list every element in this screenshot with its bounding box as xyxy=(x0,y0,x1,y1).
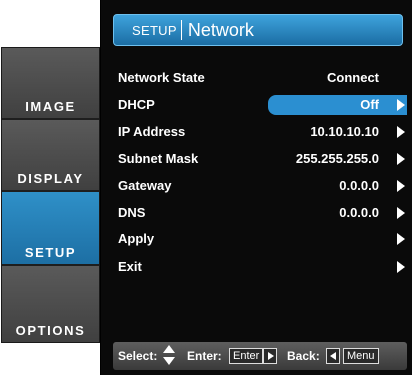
dhcp-label: DHCP xyxy=(118,97,155,112)
header-section: SETUP xyxy=(132,22,177,38)
row-dhcp[interactable]: DHCP Off xyxy=(113,94,407,116)
tab-image-label: IMAGE xyxy=(25,99,76,114)
chevron-right-icon xyxy=(397,233,405,245)
tab-setup[interactable]: SETUP xyxy=(2,192,99,266)
dns-value: 0.0.0.0 xyxy=(339,205,379,220)
tab-image[interactable]: IMAGE xyxy=(2,48,99,120)
enter-key: Enter xyxy=(229,348,264,364)
left-arrow-key-icon xyxy=(326,348,340,364)
row-gateway[interactable]: Gateway 0.0.0.0 xyxy=(113,175,407,197)
dhcp-value: Off xyxy=(360,97,379,112)
chevron-right-icon xyxy=(397,153,405,165)
apply-label: Apply xyxy=(118,231,155,246)
menu-tabs: IMAGE DISPLAY SETUP OPTIONS xyxy=(1,47,100,343)
page-title: Network xyxy=(187,19,254,40)
chevron-right-icon xyxy=(397,126,405,138)
ip-address-value: 10.10.10.10 xyxy=(310,124,379,139)
tab-options[interactable]: OPTIONS xyxy=(2,266,99,342)
row-dns[interactable]: DNS 0.0.0.0 xyxy=(113,202,407,224)
row-network-state: Network State Connect xyxy=(113,67,407,89)
key-hint-bar: Select: Enter: Enter Back: Menu xyxy=(113,342,407,370)
tab-display[interactable]: DISPLAY xyxy=(2,120,99,192)
selection-highlight xyxy=(268,95,407,115)
select-hint-label: Select: xyxy=(118,349,158,363)
page-header: SETUP Network xyxy=(113,14,403,46)
back-hint-label: Back: xyxy=(287,349,320,363)
network-state-label: Network State xyxy=(118,70,205,85)
enter-hint-label: Enter: xyxy=(187,349,222,363)
row-ip-address[interactable]: IP Address 10.10.10.10 xyxy=(113,121,407,143)
chevron-right-icon xyxy=(397,99,405,111)
gateway-label: Gateway xyxy=(118,178,172,193)
dns-label: DNS xyxy=(118,205,146,220)
row-apply[interactable]: Apply xyxy=(113,228,407,250)
tab-display-label: DISPLAY xyxy=(17,171,84,186)
gateway-value: 0.0.0.0 xyxy=(339,178,379,193)
chevron-right-icon xyxy=(397,207,405,219)
ip-address-label: IP Address xyxy=(118,124,186,139)
tab-setup-label: SETUP xyxy=(24,245,77,260)
subnet-mask-label: Subnet Mask xyxy=(118,151,199,166)
tab-options-label: OPTIONS xyxy=(15,323,86,338)
row-subnet-mask[interactable]: Subnet Mask 255.255.255.0 xyxy=(113,148,407,170)
row-exit[interactable]: Exit xyxy=(113,256,407,278)
chevron-right-icon xyxy=(397,261,405,273)
subnet-mask-value: 255.255.255.0 xyxy=(295,151,379,166)
up-down-arrows-icon xyxy=(163,345,175,367)
header-divider xyxy=(180,20,182,40)
network-state-value: Connect xyxy=(327,70,379,85)
menu-key: Menu xyxy=(343,348,379,364)
network-panel: SETUP Network Network State Connect DHCP… xyxy=(100,0,412,375)
right-arrow-key-icon xyxy=(263,348,277,364)
exit-label: Exit xyxy=(118,259,142,274)
chevron-right-icon xyxy=(397,180,405,192)
